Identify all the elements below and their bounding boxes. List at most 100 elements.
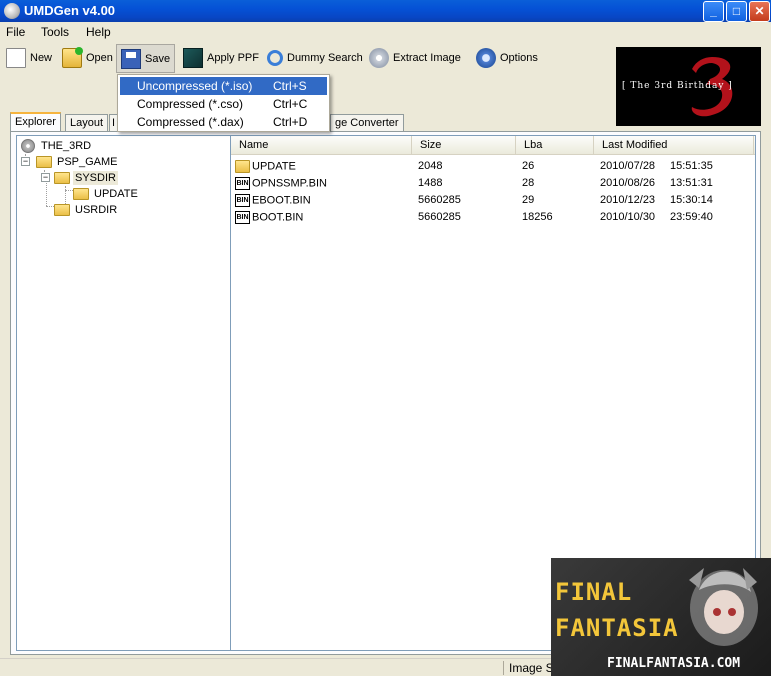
tab-image-converter[interactable]: ge Converter [330,114,404,132]
new-file-icon [6,48,26,68]
title-bar[interactable]: UMDGen v4.00 _ □ ✕ [0,0,771,22]
row-name-cell: BIN EBOOT.BIN [235,194,311,207]
tree-item-label: UPDATE [94,188,138,200]
row-date: 2010/08/26 [600,177,656,189]
tree-root-label: THE_3RD [41,140,92,152]
anime-character-icon [689,568,758,646]
menu-help[interactable]: Help [86,25,111,39]
new-button[interactable]: New [6,45,52,71]
tree-item-usrdir[interactable]: USRDIR [54,202,119,218]
tree-item-psp-game[interactable]: PSP_GAME [36,154,120,170]
row-name: EBOOT.BIN [252,194,311,207]
folder-icon [36,156,52,168]
collapse-psp-game-icon[interactable]: − [21,157,30,166]
open-label: Open [86,52,113,64]
bin-file-icon: BIN [235,194,250,207]
watermark-line2: FANTASIA [555,614,679,642]
table-row[interactable]: BIN OPNSSMP.BIN 1488 28 2010/08/26 13:51:… [231,176,755,192]
extract-image-label: Extract Image [393,52,461,64]
floppy-disk-icon [121,48,141,69]
close-button[interactable]: ✕ [749,1,770,22]
row-name-cell: BIN OPNSSMP.BIN [235,177,327,190]
bin-file-icon: BIN [235,211,250,224]
dummy-search-label: Dummy Search [287,52,363,64]
status-divider [503,661,504,675]
tree-item-label: SYSDIR [73,171,118,185]
window-title: UMDGen v4.00 [24,3,116,18]
row-name-cell: BIN BOOT.BIN [235,211,303,224]
row-size: 5660285 [418,194,461,206]
options-button[interactable]: Options [476,45,538,71]
tab-layout[interactable]: Layout [65,114,109,132]
row-time: 23:59:40 [670,211,713,223]
package-icon [183,48,203,68]
umd-disc-icon [21,139,35,153]
column-size[interactable]: Size [412,136,516,155]
column-lba[interactable]: Lba [516,136,594,155]
gear-icon [476,48,496,68]
folder-icon [54,204,70,216]
menu-item-shortcut: Ctrl+D [273,115,308,129]
row-name-cell: UPDATE [235,160,296,173]
open-folder-icon [62,47,83,68]
umdgen-window: UMDGen v4.00 _ □ ✕ File Tools Help New O… [0,0,771,676]
column-last-modified[interactable]: Last Modified [594,136,754,155]
dummy-search-button[interactable]: Dummy Search [267,45,363,71]
menu-item-shortcut: Ctrl+C [273,97,308,111]
toolbar: New Open Save Apply PPF Dummy Search Ext… [0,42,612,74]
column-name[interactable]: Name [231,136,412,155]
row-lba: 29 [522,194,535,206]
maximize-button[interactable]: □ [726,1,747,22]
tree-item-update[interactable]: UPDATE [73,186,140,202]
row-date: 2010/10/30 [600,211,656,223]
tree-item-label: USRDIR [75,204,118,216]
folder-icon [235,160,250,173]
row-date: 2010/07/28 [600,160,656,172]
logo-text: [ The 3rd Birthday ] [622,81,733,91]
row-lba: 28 [522,177,535,189]
apply-ppf-label: Apply PPF [207,52,259,64]
menu-tools[interactable]: Tools [41,25,69,39]
extract-image-button[interactable]: Extract Image [369,45,461,71]
watermark: FINAL FANTASIA FINALFANTASIA.COM [551,558,771,676]
tree-item-sysdir[interactable]: SYSDIR [54,170,118,186]
folder-tree[interactable]: THE_3RD − PSP_GAME − SYSDIR UPDATE USRDI… [16,135,231,651]
minimize-button[interactable]: _ [703,1,724,22]
open-button[interactable]: Open [62,45,113,71]
list-header: Name Size Lba Last Modified [231,136,755,155]
row-lba: 26 [522,160,535,172]
collapse-sysdir-icon[interactable]: − [41,173,50,182]
menu-item-label: Uncompressed (*.iso) [137,79,253,93]
folder-icon [54,172,70,184]
disc-icon [369,48,389,68]
apply-ppf-button[interactable]: Apply PPF [183,45,259,71]
save-button[interactable]: Save [116,44,176,73]
app-disc-icon [4,3,20,19]
row-time: 15:30:14 [670,194,713,206]
save-dropdown-menu: Uncompressed (*.iso) Ctrl+S Compressed (… [117,74,330,132]
table-row[interactable]: BIN BOOT.BIN 5660285 18256 2010/10/30 23:… [231,210,755,226]
row-size: 5660285 [418,211,461,223]
menu-bar: File Tools Help [0,22,771,42]
options-label: Options [500,52,538,64]
tree-root[interactable]: THE_3RD [21,138,93,154]
folder-icon [73,188,89,200]
row-size: 1488 [418,177,443,189]
save-label: Save [145,52,171,65]
tree-item-label: PSP_GAME [57,156,118,168]
menu-item-compressed-cso[interactable]: Compressed (*.cso) Ctrl+C [120,95,327,113]
menu-file[interactable]: File [6,25,25,39]
table-row[interactable]: UPDATE 2048 26 2010/07/28 15:51:35 [231,159,755,175]
menu-item-compressed-dax[interactable]: Compressed (*.dax) Ctrl+D [120,113,327,131]
menu-item-label: Compressed (*.cso) [137,97,244,111]
row-name: UPDATE [252,160,296,173]
row-name: OPNSSMP.BIN [252,177,327,190]
new-label: New [30,52,53,64]
table-row[interactable]: BIN EBOOT.BIN 5660285 29 2010/12/23 15:30… [231,193,755,209]
tab-explorer[interactable]: Explorer [10,112,61,133]
magnifier-icon [267,50,283,66]
row-time: 13:51:31 [670,177,713,189]
row-date: 2010/12/23 [600,194,656,206]
menu-item-uncompressed-iso[interactable]: Uncompressed (*.iso) Ctrl+S [120,77,327,95]
watermark-url: FINALFANTASIA.COM [607,656,741,671]
